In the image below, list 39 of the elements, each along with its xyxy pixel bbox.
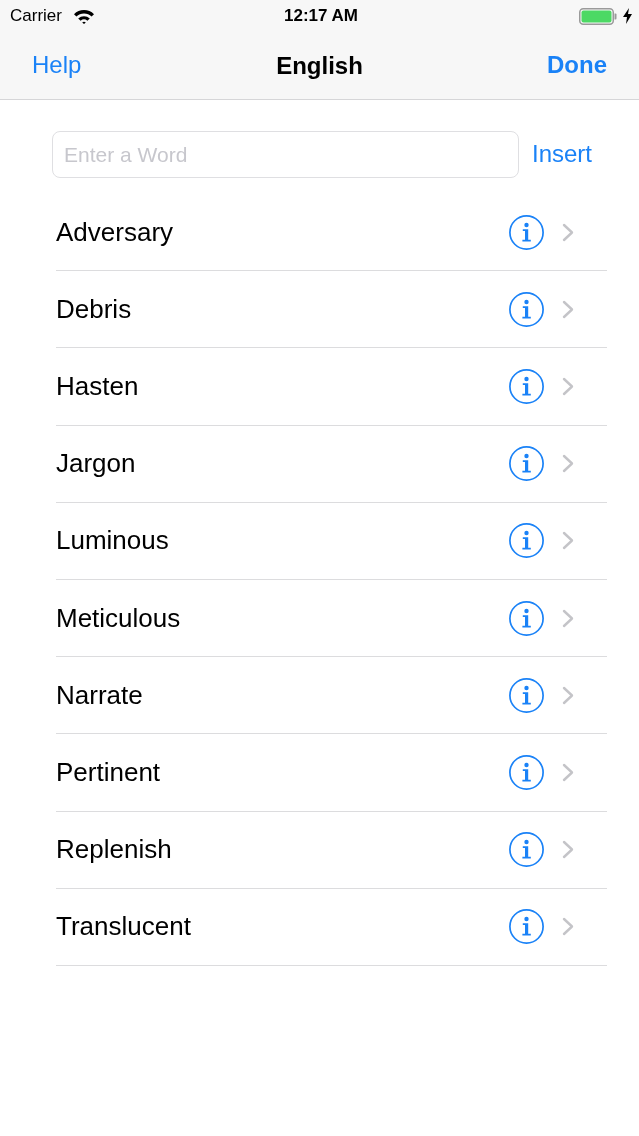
word-label[interactable]: Pertinent [56, 756, 509, 788]
word-label[interactable]: Luminous [56, 525, 509, 557]
info-icon[interactable] [509, 909, 544, 945]
word-label[interactable]: Narrate [56, 679, 509, 711]
info-icon[interactable] [509, 291, 544, 327]
info-icon[interactable] [509, 832, 544, 868]
info-icon[interactable] [509, 446, 544, 482]
info-icon[interactable] [509, 600, 544, 636]
word-label[interactable]: Adversary [56, 216, 509, 248]
wifi-icon [72, 8, 95, 24]
chevron-icon [562, 376, 574, 396]
insert-button[interactable]: Insert [529, 140, 596, 169]
word-label[interactable]: Hasten [56, 370, 509, 402]
battery-icon [579, 7, 617, 25]
info-icon[interactable] [509, 754, 544, 790]
help-button[interactable]: Help [32, 51, 82, 80]
clock-time: 12:17 AM [284, 6, 358, 26]
chevron-icon [562, 454, 574, 474]
word-label[interactable]: Jargon [56, 448, 509, 480]
info-icon[interactable] [509, 368, 544, 404]
word-label[interactable]: Replenish [56, 834, 509, 866]
chevron-icon [562, 917, 574, 937]
chevron-icon [562, 299, 574, 319]
chevron-icon [562, 608, 574, 628]
chevron-icon [562, 762, 574, 782]
word-label[interactable]: Meticulous [56, 602, 509, 634]
info-icon[interactable] [509, 523, 544, 559]
info-icon[interactable] [509, 677, 544, 713]
info-icon[interactable] [509, 214, 544, 250]
chevron-icon [562, 531, 574, 551]
word-input-field[interactable]: Enter a Word [52, 131, 519, 178]
word-label[interactable]: Debris [56, 293, 509, 325]
chevron-icon [562, 840, 574, 860]
chevron-icon [562, 685, 574, 705]
done-button[interactable]: Done [547, 51, 607, 80]
chevron-icon [562, 222, 574, 242]
carrier-label: Carrier [10, 6, 62, 26]
word-label[interactable]: Translucent [56, 911, 509, 943]
nav-title: English [276, 51, 363, 80]
